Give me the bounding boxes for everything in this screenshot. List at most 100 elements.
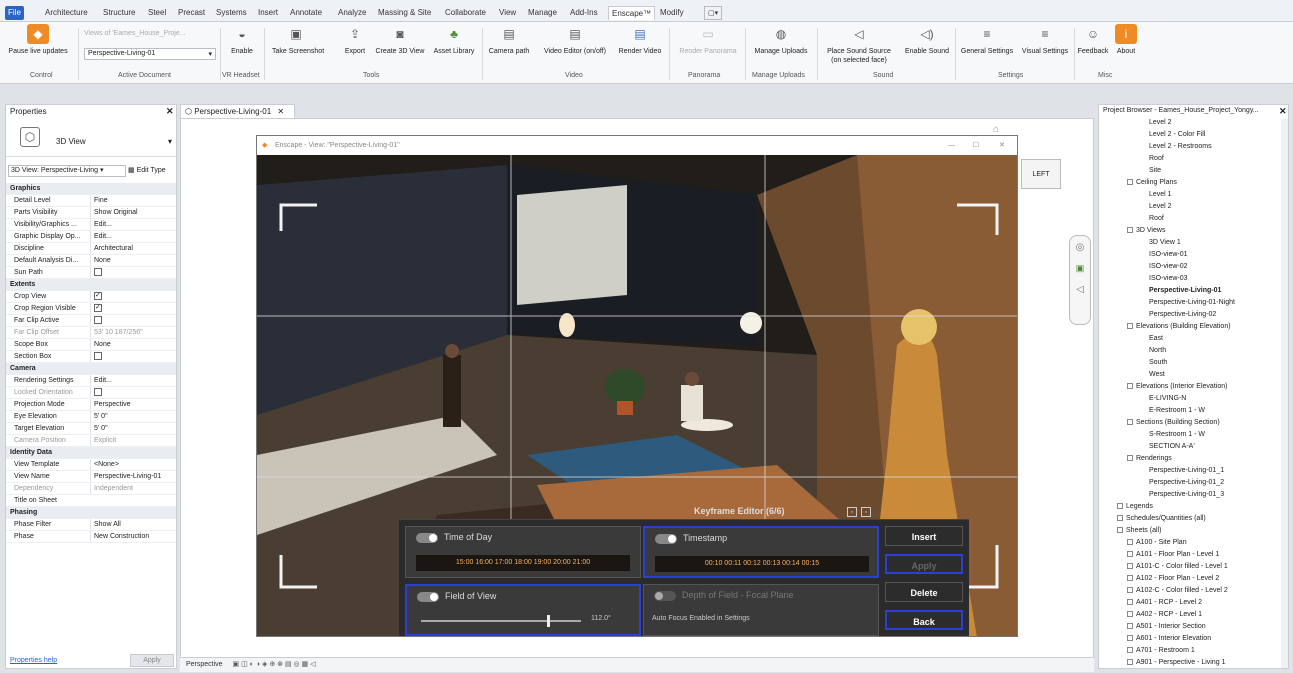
browser-item[interactable]: ISO-view-02 xyxy=(1149,263,1188,270)
checkbox[interactable] xyxy=(94,316,102,325)
apply-button[interactable]: Apply xyxy=(885,554,963,574)
browser-item[interactable]: Level 2 xyxy=(1149,203,1172,210)
expand-icon[interactable] xyxy=(1117,515,1123,522)
property-value[interactable] xyxy=(90,387,174,398)
expand-icon[interactable] xyxy=(1127,611,1133,618)
pause-live-updates-button[interactable]: ◆ Pause live updates xyxy=(8,24,68,56)
browser-item[interactable]: Perspective-Living-01-Night xyxy=(1149,299,1235,306)
fov-slider-handle[interactable] xyxy=(547,615,550,627)
field-of-view-toggle[interactable] xyxy=(417,592,439,602)
browser-item[interactable]: A601 - Interior Elevation xyxy=(1127,635,1211,642)
property-value[interactable]: Edit... xyxy=(90,375,174,386)
browser-item[interactable]: Roof xyxy=(1149,215,1164,222)
tab-view[interactable]: View xyxy=(496,6,519,20)
time-of-day-timeline[interactable]: 15:00 16:00 17:00 18:00 19:00 20:00 21:0… xyxy=(416,555,630,571)
property-value[interactable]: 5' 0" xyxy=(90,423,174,434)
property-category[interactable]: Phasing xyxy=(6,507,176,519)
browser-item[interactable]: A101 - Floor Plan - Level 1 xyxy=(1127,551,1219,558)
property-value[interactable]: Edit... xyxy=(90,231,174,242)
property-value[interactable]: Independent xyxy=(90,483,174,494)
expand-icon[interactable] xyxy=(1127,587,1133,594)
browser-item[interactable]: East xyxy=(1149,335,1163,342)
tab-add-ins[interactable]: Add-Ins xyxy=(567,6,601,20)
navigation-bar[interactable]: ◎ ▣ ◁ xyxy=(1069,235,1091,325)
maximize-icon[interactable]: ▫ xyxy=(847,507,857,517)
close-icon[interactable]: ✕ xyxy=(1279,106,1287,117)
browser-item[interactable]: A701 - Restroom 1 xyxy=(1127,647,1195,654)
expand-icon[interactable] xyxy=(1127,179,1133,186)
visual-settings-button[interactable]: ≡ Visual Settings xyxy=(1018,24,1072,56)
tab-enscape[interactable]: Enscape™ xyxy=(608,6,656,20)
steering-wheel-icon[interactable]: ◎ xyxy=(1070,242,1090,253)
browser-item[interactable]: West xyxy=(1149,371,1165,378)
fov-slider-track[interactable] xyxy=(421,620,581,622)
browser-item[interactable]: Level 2 - Restrooms xyxy=(1149,143,1212,150)
browser-item[interactable]: North xyxy=(1149,347,1166,354)
restore-icon[interactable]: ▫ xyxy=(861,507,871,517)
browser-item[interactable]: A102-C - Color filled - Level 2 xyxy=(1127,587,1228,594)
timestamp-timeline[interactable]: 00:10 00:11 00:12 00:13 00:14 00:15 xyxy=(655,556,869,572)
property-category[interactable]: Extents xyxy=(6,279,176,291)
tab-steel[interactable]: Steel xyxy=(145,6,169,20)
browser-item[interactable]: Perspective-Living-01_1 xyxy=(1149,467,1224,474)
zoom-icon[interactable]: ▣ xyxy=(1070,263,1090,274)
quick-access-dropdown[interactable]: ▢▾ xyxy=(704,6,723,20)
expand-icon[interactable] xyxy=(1127,599,1133,606)
place-sound-source-button[interactable]: ◁ Place Sound Source (on selected face) xyxy=(822,24,896,65)
checkbox[interactable] xyxy=(94,388,102,397)
edit-type-button[interactable]: ▦ Edit Type xyxy=(128,165,166,177)
property-value[interactable] xyxy=(90,267,174,278)
property-value[interactable]: Show Original xyxy=(90,207,174,218)
checkbox[interactable] xyxy=(94,352,102,361)
expand-icon[interactable] xyxy=(1127,635,1133,642)
expand-icon[interactable] xyxy=(1127,455,1133,462)
browser-item[interactable]: Legends xyxy=(1117,503,1153,510)
property-category[interactable]: Camera xyxy=(6,363,176,375)
browser-item[interactable]: Level 1 xyxy=(1149,191,1172,198)
browser-item[interactable]: Perspective-Living-02 xyxy=(1149,311,1216,318)
property-value[interactable]: None xyxy=(90,255,174,266)
property-value[interactable]: <None> xyxy=(90,459,174,470)
browser-item[interactable]: A402 - RCP - Level 1 xyxy=(1127,611,1202,618)
close-icon[interactable]: ✕ xyxy=(277,107,284,116)
render-panorama-button[interactable]: ▭ Render Panorama xyxy=(675,24,741,56)
camera-path-button[interactable]: ▤ Camera path xyxy=(486,24,532,56)
enable-sound-button[interactable]: ◁) Enable Sound xyxy=(900,24,954,56)
apply-button[interactable]: Apply xyxy=(130,654,174,667)
browser-item[interactable]: S-Restroom 1 - W xyxy=(1149,431,1205,438)
video-editor-button[interactable]: ▤ Video Editor (on/off) xyxy=(539,24,611,56)
tab-massing-site[interactable]: Massing & Site xyxy=(375,6,434,20)
checkbox[interactable] xyxy=(94,268,102,277)
tab-architecture[interactable]: Architecture xyxy=(42,6,91,20)
insert-button[interactable]: Insert xyxy=(885,526,963,546)
manage-uploads-button[interactable]: ◍ Manage Uploads xyxy=(750,24,812,56)
feedback-button[interactable]: ☺ Feedback xyxy=(1076,24,1110,56)
browser-item[interactable]: Perspective-Living-01_3 xyxy=(1149,491,1224,498)
tab-analyze[interactable]: Analyze xyxy=(335,6,369,20)
tab-modify[interactable]: Modify xyxy=(657,6,687,20)
property-value[interactable] xyxy=(90,351,174,362)
browser-item[interactable]: Level 2 xyxy=(1149,119,1172,126)
property-category[interactable]: Graphics xyxy=(6,183,176,195)
expand-icon[interactable] xyxy=(1127,227,1133,234)
browser-item[interactable]: 3D Views xyxy=(1127,227,1165,234)
minimize-icon[interactable]: — xyxy=(948,136,955,155)
property-value[interactable]: Show All xyxy=(90,519,174,530)
delete-button[interactable]: Delete xyxy=(885,582,963,602)
expand-icon[interactable] xyxy=(1117,527,1123,534)
browser-item[interactable]: A901 - Perspective - Living 1 xyxy=(1127,659,1226,666)
tab-annotate[interactable]: Annotate xyxy=(287,6,325,20)
property-value[interactable]: Perspective xyxy=(90,399,174,410)
asset-library-button[interactable]: ♣ Asset Library xyxy=(430,24,478,56)
expand-icon[interactable] xyxy=(1127,383,1133,390)
browser-item[interactable]: Sections (Building Section) xyxy=(1127,419,1220,426)
active-document-select[interactable]: Perspective-Living-01 ▾ xyxy=(84,48,216,60)
browser-item[interactable]: Roof xyxy=(1149,155,1164,162)
scrollbar[interactable] xyxy=(1281,119,1288,668)
property-value[interactable]: Perspective-Living-01 xyxy=(90,471,174,482)
expand-icon[interactable] xyxy=(1127,539,1133,546)
property-value[interactable]: None xyxy=(90,339,174,350)
browser-item[interactable]: Elevations (Interior Elevation) xyxy=(1127,383,1227,390)
tab-manage[interactable]: Manage xyxy=(525,6,560,20)
browser-item[interactable]: Ceiling Plans xyxy=(1127,179,1177,186)
